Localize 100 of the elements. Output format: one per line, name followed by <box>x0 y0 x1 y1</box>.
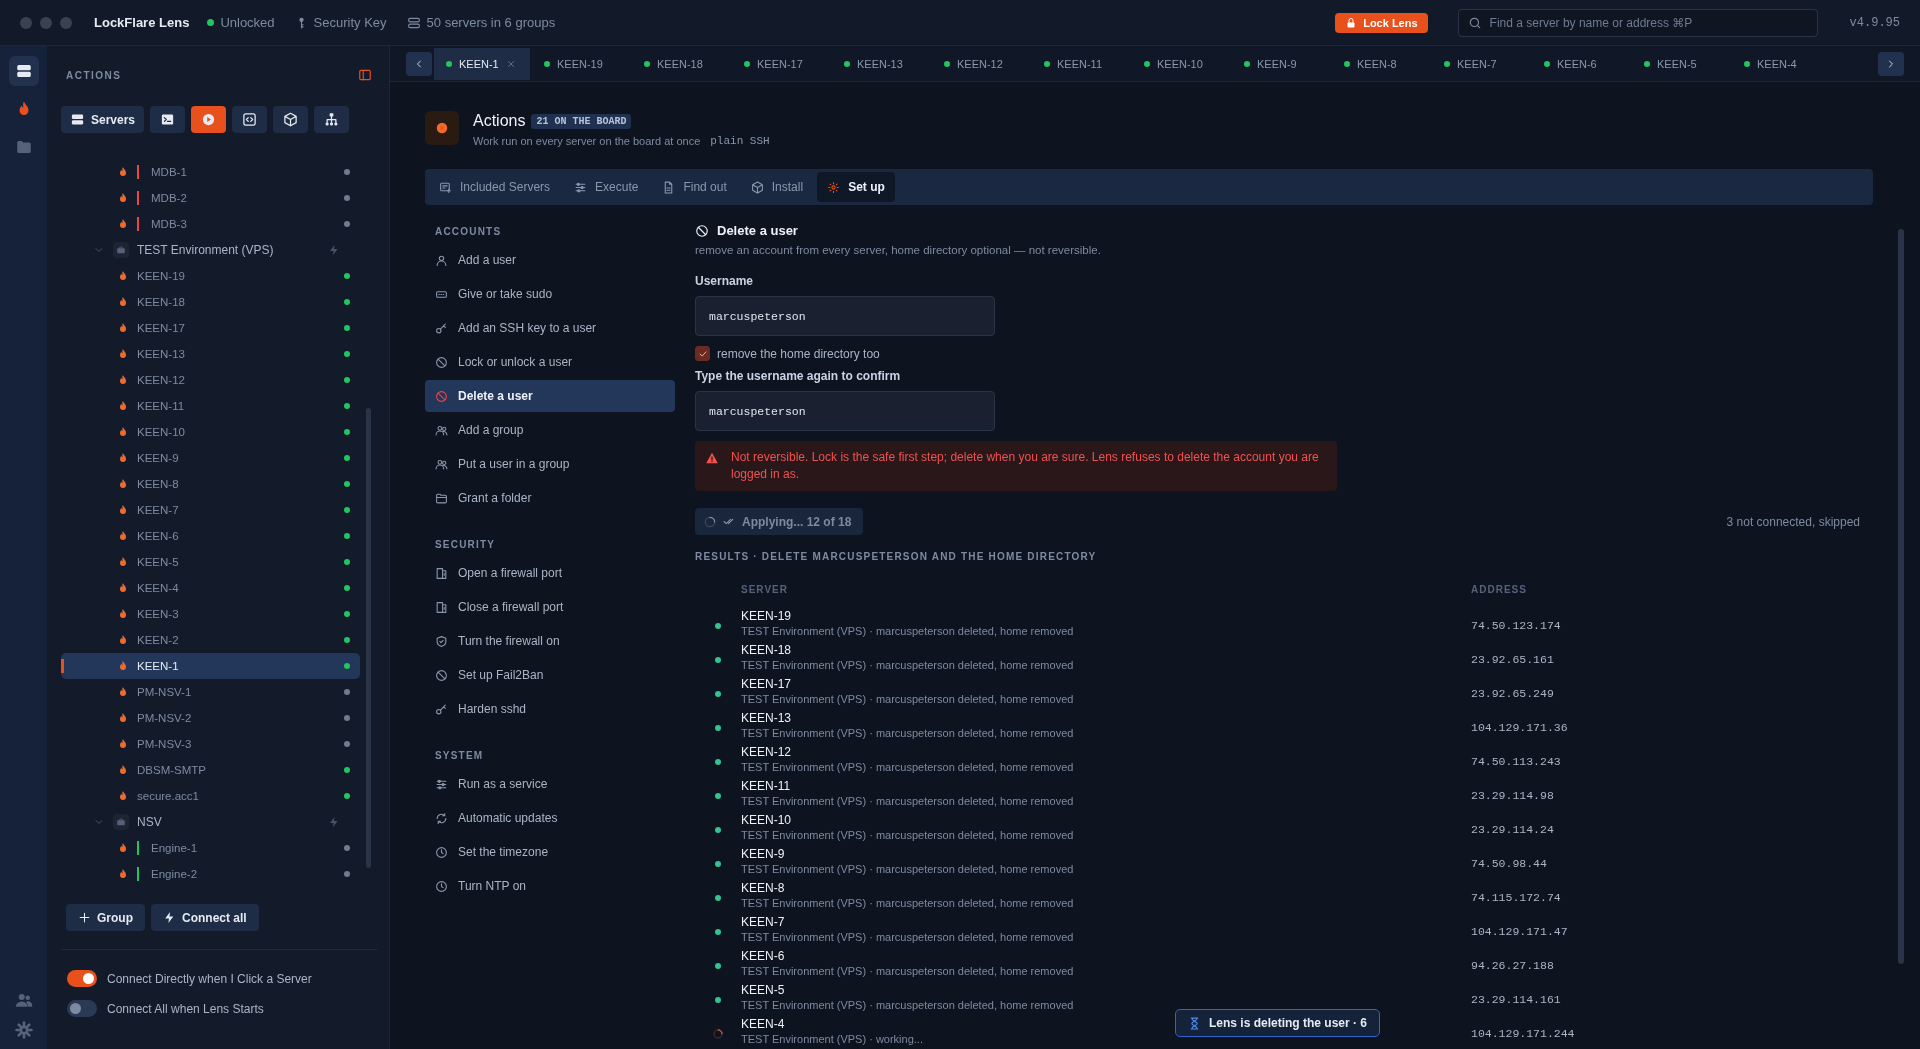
server-address: 23.92.65.249 <box>1471 685 1555 700</box>
server-address: 104.129.171.36 <box>1471 719 1569 734</box>
hourglass-icon <box>1188 1016 1201 1030</box>
server-item[interactable]: KEEN-19 <box>61 263 360 289</box>
server-tab[interactable]: KEEN-12 <box>932 47 1030 80</box>
lock-button[interactable]: Lock Lens <box>1335 12 1428 33</box>
connect-all-button[interactable]: Connect all <box>151 904 259 931</box>
flame-icon <box>117 764 129 776</box>
toggle-switch[interactable] <box>67 970 97 987</box>
action-item[interactable]: Put a user in a group <box>425 448 675 480</box>
flame-icon <box>117 426 129 438</box>
toolbar-button[interactable] <box>150 106 186 133</box>
action-item[interactable]: Open a firewall port <box>425 557 675 589</box>
server-tab[interactable]: KEEN-4 <box>1732 47 1830 80</box>
server-item[interactable]: KEEN-7 <box>61 497 360 523</box>
server-item[interactable]: PM-NSV-2 <box>61 705 360 731</box>
form-description: remove an account from every server, home directory optional — not reversible. <box>695 244 1102 256</box>
settings-icon[interactable] <box>14 1021 33 1039</box>
action-item[interactable]: Add a user <box>425 244 675 276</box>
lock-icon <box>1345 16 1358 29</box>
server-tab[interactable]: KEEN-18 <box>632 47 730 80</box>
toolbar-button[interactable] <box>232 106 268 133</box>
server-tab[interactable]: KEEN-19 <box>532 47 630 80</box>
section-tab[interactable]: Set up <box>817 172 895 202</box>
server-item[interactable]: secure.acc1 <box>61 783 360 809</box>
server-item[interactable]: KEEN-18 <box>61 289 360 315</box>
server-item[interactable]: Engine-1 <box>61 835 360 861</box>
section-tab[interactable]: Included Servers <box>429 172 561 202</box>
server-item[interactable]: KEEN-4 <box>61 575 360 601</box>
toolbar-button[interactable] <box>191 106 227 133</box>
server-item[interactable]: MDB-2 <box>61 185 360 211</box>
server-item[interactable]: KEEN-6 <box>61 523 360 549</box>
action-item[interactable]: Add an SSH key to a user <box>425 312 675 344</box>
sliders-icon <box>574 180 588 194</box>
section-tab[interactable]: Find out <box>652 172 737 202</box>
server-tab[interactable]: KEEN-13 <box>832 47 930 80</box>
action-item[interactable]: Run as a service <box>425 768 675 800</box>
lock-status: Unlocked <box>220 15 275 30</box>
search-field[interactable]: Find a server by name or address ⌘P <box>1457 8 1818 37</box>
action-item[interactable]: Set the timezone <box>425 836 675 868</box>
server-item[interactable]: KEEN-3 <box>61 601 360 627</box>
add-group-button[interactable]: Group <box>66 904 145 931</box>
servers-button[interactable]: Servers <box>61 106 145 133</box>
close-icon[interactable] <box>505 58 516 69</box>
toolbar-button[interactable] <box>314 106 350 133</box>
action-item[interactable]: Close a firewall port <box>425 591 675 623</box>
action-item[interactable]: Turn NTP on <box>425 870 675 902</box>
section-tab[interactable]: Install <box>740 172 814 202</box>
server-item[interactable]: KEEN-17 <box>61 315 360 341</box>
people-icon[interactable] <box>14 991 33 1009</box>
server-item[interactable]: MDB-1 <box>61 159 360 185</box>
rail-button[interactable] <box>8 56 39 86</box>
sun-icon <box>827 180 841 194</box>
server-group[interactable]: NSV <box>61 809 360 835</box>
server-tab[interactable]: KEEN-6 <box>1532 47 1630 80</box>
result-detail: TEST Environment (VPS) · marcuspeterson deleted, home removed <box>741 863 1074 875</box>
security-key-label: Security Key <box>313 15 387 30</box>
panel-icon[interactable] <box>358 68 372 82</box>
server-item[interactable]: PM-NSV-1 <box>61 679 360 705</box>
warning-icon <box>705 451 719 465</box>
server-tab[interactable]: KEEN-10 <box>1132 47 1230 80</box>
server-tab[interactable]: KEEN-9 <box>1232 47 1330 80</box>
action-item[interactable]: Give or take sudo <box>425 278 675 310</box>
username-field[interactable]: marcuspeterson <box>695 296 995 336</box>
server-item[interactable]: MDB-3 <box>61 211 360 237</box>
server-item[interactable]: KEEN-1 <box>61 653 360 679</box>
checkbox[interactable] <box>695 346 710 361</box>
action-item[interactable]: Grant a folder <box>425 482 675 514</box>
server-item[interactable]: KEEN-10 <box>61 419 360 445</box>
action-item[interactable]: Add a group <box>425 414 675 446</box>
action-item[interactable]: Lock or unlock a user <box>425 346 675 378</box>
section-tab[interactable]: Execute <box>564 172 649 202</box>
server-item[interactable]: DBSM-SMTP <box>61 757 360 783</box>
server-item[interactable]: KEEN-8 <box>61 471 360 497</box>
server-tab[interactable]: KEEN-5 <box>1632 47 1730 80</box>
confirm-username-field[interactable]: marcuspeterson <box>695 391 995 431</box>
server-item[interactable]: KEEN-11 <box>61 393 360 419</box>
menu-section-title: SECURITY <box>434 538 497 552</box>
action-item[interactable]: Set up Fail2Ban <box>425 659 675 691</box>
server-tab[interactable]: KEEN-17 <box>732 47 830 80</box>
toggle-switch[interactable] <box>67 1000 97 1017</box>
server-tab[interactable]: KEEN-1 <box>434 47 530 80</box>
server-item[interactable]: KEEN-2 <box>61 627 360 653</box>
action-item[interactable]: Automatic updates <box>425 802 675 834</box>
server-item[interactable]: Engine-2 <box>61 861 360 887</box>
server-item[interactable]: KEEN-9 <box>61 445 360 471</box>
server-address: 74.50.113.243 <box>1471 753 1562 768</box>
server-item[interactable]: KEEN-13 <box>61 341 360 367</box>
action-item[interactable]: Harden sshd <box>425 693 675 725</box>
server-item[interactable]: KEEN-5 <box>61 549 360 575</box>
server-item[interactable]: KEEN-12 <box>61 367 360 393</box>
action-item[interactable]: Turn the firewall on <box>425 625 675 657</box>
folder-icon <box>14 138 33 156</box>
toolbar-button[interactable] <box>273 106 309 133</box>
server-tab[interactable]: KEEN-8 <box>1332 47 1430 80</box>
server-tab[interactable]: KEEN-11 <box>1032 47 1130 80</box>
server-group[interactable]: TEST Environment (VPS) <box>61 237 360 263</box>
server-tab[interactable]: KEEN-7 <box>1432 47 1530 80</box>
action-item[interactable]: Delete a user <box>425 380 675 412</box>
server-item[interactable]: PM-NSV-3 <box>61 731 360 757</box>
